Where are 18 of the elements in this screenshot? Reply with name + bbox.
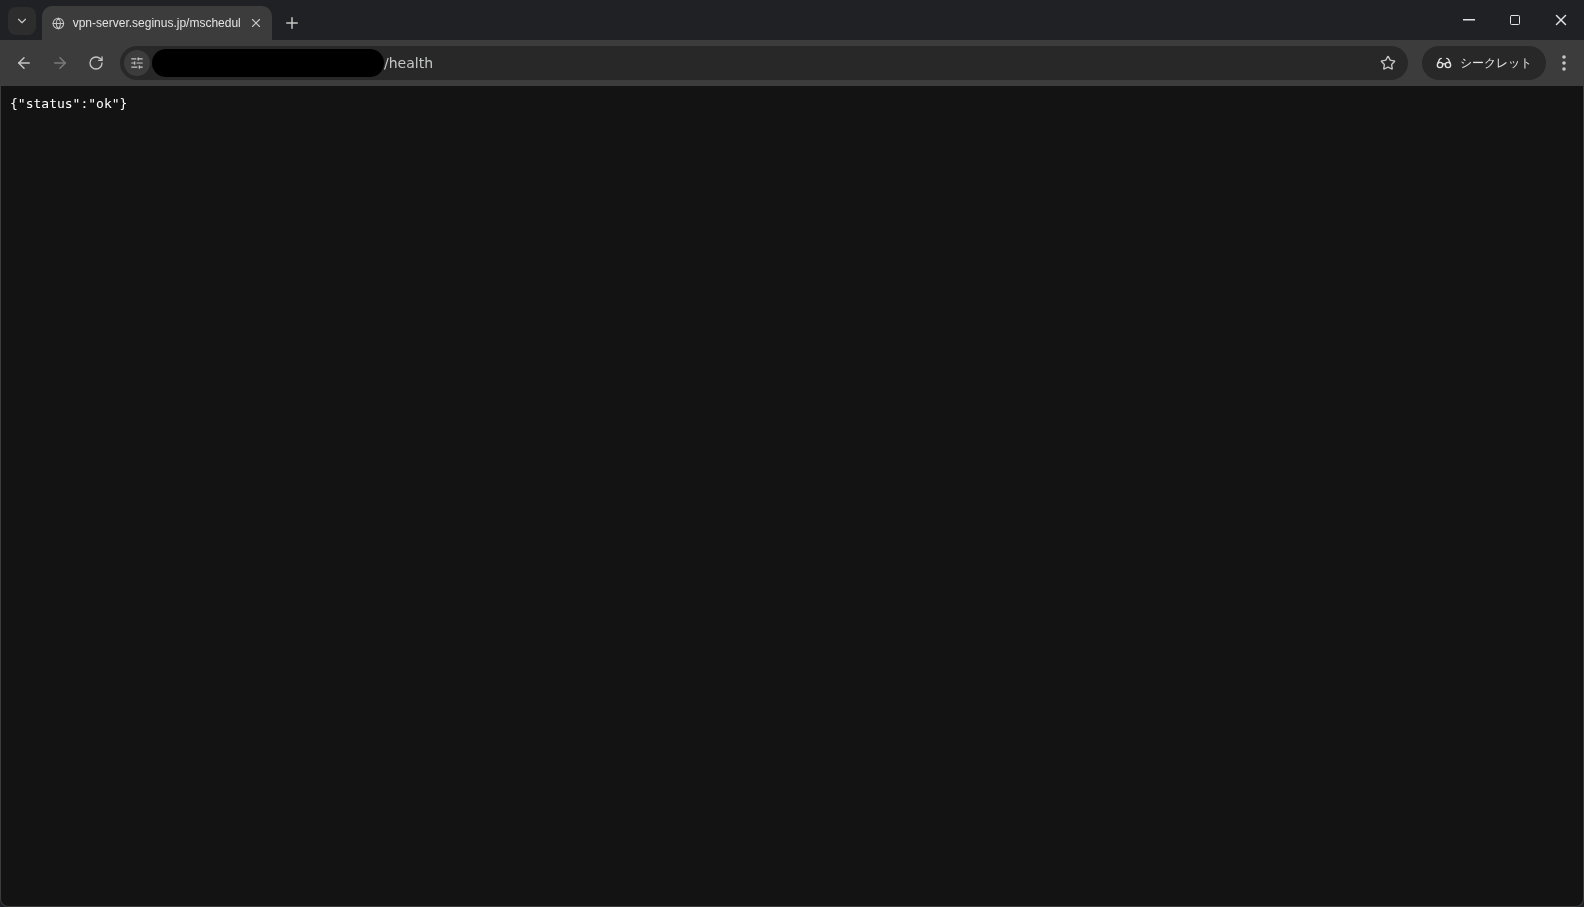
reload-icon (88, 55, 104, 71)
plus-icon (283, 14, 301, 32)
forward-icon (51, 54, 69, 72)
maximize-icon (1509, 14, 1521, 26)
star-icon (1380, 55, 1396, 71)
json-response: {"status":"ok"} (10, 96, 129, 111)
sliders-icon (130, 56, 144, 70)
site-info-button[interactable] (124, 50, 150, 76)
address-bar[interactable]: /health (120, 46, 1408, 80)
globe-icon (52, 15, 65, 31)
incognito-icon (1436, 55, 1452, 71)
url-text: /health (384, 55, 435, 71)
incognito-button[interactable]: シークレット (1422, 46, 1546, 80)
browser-tab[interactable]: vpn-server.seginus.jp/mschedul (42, 6, 272, 40)
tab-title: vpn-server.seginus.jp/mschedul (72, 16, 241, 30)
back-icon (15, 54, 33, 72)
minimize-icon (1463, 19, 1475, 21)
menu-icon (1562, 55, 1566, 71)
